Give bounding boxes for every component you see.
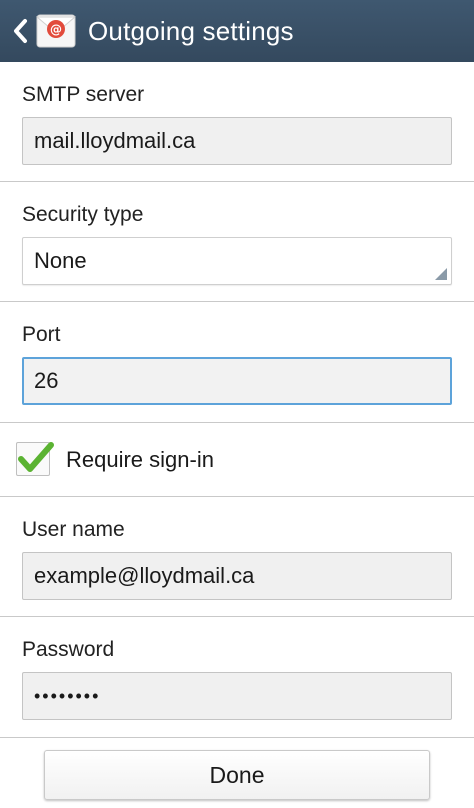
done-button[interactable]: Done bbox=[44, 750, 430, 800]
email-app-icon[interactable]: @ bbox=[35, 13, 77, 49]
port-label: Port bbox=[22, 323, 61, 346]
divider bbox=[0, 181, 474, 182]
divider bbox=[0, 301, 474, 302]
require-sign-in-label[interactable]: Require sign-in bbox=[66, 447, 214, 473]
page-title: Outgoing settings bbox=[88, 15, 294, 46]
require-sign-in-checkbox[interactable] bbox=[16, 442, 54, 476]
password-field[interactable]: •••••••• bbox=[22, 672, 452, 720]
checkmark-icon bbox=[18, 442, 54, 472]
divider bbox=[0, 496, 474, 497]
action-bar: @ Outgoing settings bbox=[0, 0, 474, 62]
security-type-value: None bbox=[34, 248, 87, 273]
smtp-server-label: SMTP server bbox=[22, 83, 145, 106]
security-type-select[interactable]: None bbox=[22, 237, 452, 285]
svg-text:@: @ bbox=[50, 23, 62, 37]
smtp-server-value: mail.lloydmail.ca bbox=[34, 128, 196, 153]
divider bbox=[0, 616, 474, 617]
user-name-field[interactable]: example@lloydmail.ca bbox=[22, 552, 452, 600]
dropdown-corner-icon bbox=[435, 268, 447, 280]
security-type-label: Security type bbox=[22, 203, 144, 226]
port-value: 26 bbox=[34, 368, 59, 393]
smtp-server-field[interactable]: mail.lloydmail.ca bbox=[22, 117, 452, 165]
divider bbox=[0, 737, 474, 738]
user-name-value: example@lloydmail.ca bbox=[34, 563, 255, 588]
user-name-label: User name bbox=[22, 518, 125, 541]
back-button[interactable] bbox=[0, 0, 34, 62]
chevron-left-icon bbox=[14, 19, 27, 43]
port-field[interactable]: 26 bbox=[22, 357, 452, 405]
password-label: Password bbox=[22, 638, 115, 661]
password-value: •••••••• bbox=[34, 685, 101, 706]
divider bbox=[0, 422, 474, 423]
